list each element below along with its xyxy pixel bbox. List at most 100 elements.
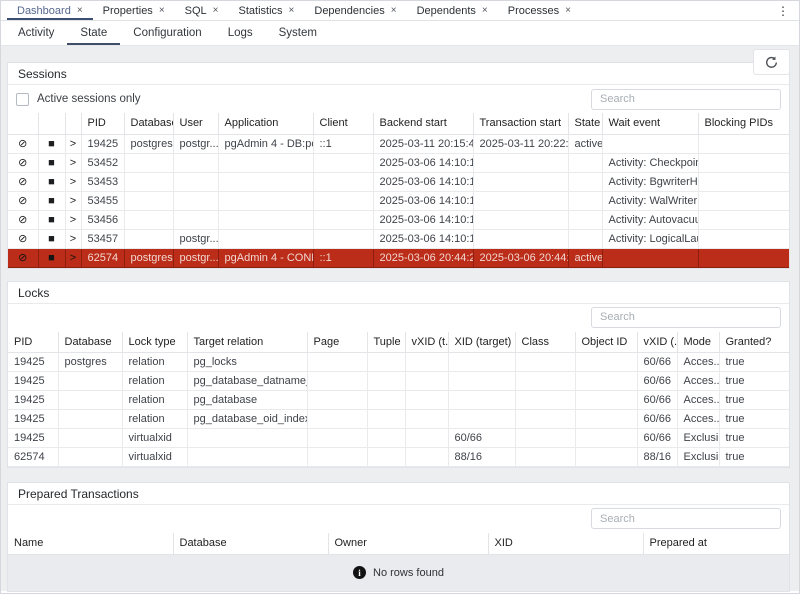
column-header[interactable]: Granted?: [719, 332, 789, 353]
row-action-cell[interactable]: ■: [38, 229, 65, 248]
table-cell[interactable]: [58, 372, 122, 391]
table-cell[interactable]: 53452: [81, 153, 124, 172]
table-cell[interactable]: [698, 191, 789, 210]
expand-row-icon[interactable]: >: [70, 196, 76, 207]
table-cell[interactable]: Exclusi...: [677, 429, 719, 448]
terminate-session-icon[interactable]: ■: [48, 196, 55, 207]
table-cell[interactable]: true: [719, 429, 789, 448]
table-cell[interactable]: [218, 153, 313, 172]
table-cell[interactable]: [405, 429, 448, 448]
table-cell[interactable]: [124, 210, 173, 229]
row-action-cell[interactable]: ⊘: [8, 153, 38, 172]
table-cell[interactable]: 2025-03-06 20:44:25 ...: [473, 248, 568, 267]
table-row[interactable]: ⊘■>19425postgrespostgr...pgAdmin 4 - DB:…: [8, 134, 789, 153]
table-cell[interactable]: [575, 391, 637, 410]
table-cell[interactable]: [448, 372, 515, 391]
table-cell[interactable]: [568, 229, 602, 248]
table-cell[interactable]: [367, 429, 405, 448]
close-tab-icon[interactable]: ×: [482, 6, 488, 16]
table-cell[interactable]: 60/66: [637, 391, 677, 410]
table-cell[interactable]: 62574: [8, 448, 58, 467]
table-cell[interactable]: postgres: [58, 353, 122, 372]
terminate-session-icon[interactable]: ■: [48, 177, 55, 188]
cancel-query-icon[interactable]: ⊘: [18, 177, 27, 188]
table-cell[interactable]: [568, 172, 602, 191]
tab-dashboard[interactable]: Dashboard×: [7, 1, 93, 20]
expand-row-icon[interactable]: >: [70, 234, 76, 245]
table-cell[interactable]: Activity: Autovacuum...: [602, 210, 698, 229]
row-action-cell[interactable]: >: [65, 153, 81, 172]
row-action-cell[interactable]: ■: [38, 153, 65, 172]
column-header[interactable]: Page: [307, 332, 367, 353]
subtab-logs[interactable]: Logs: [215, 21, 266, 45]
column-header[interactable]: XID: [488, 533, 643, 554]
table-cell[interactable]: pgAdmin 4 - DB:post...: [218, 134, 313, 153]
cancel-query-icon[interactable]: ⊘: [18, 196, 27, 207]
table-cell[interactable]: [473, 229, 568, 248]
terminate-session-icon[interactable]: ■: [48, 158, 55, 169]
terminate-session-icon[interactable]: ■: [48, 234, 55, 245]
row-action-cell[interactable]: ⊘: [8, 172, 38, 191]
tab-dependents[interactable]: Dependents×: [407, 1, 498, 20]
row-action-cell[interactable]: ⊘: [8, 191, 38, 210]
table-cell[interactable]: 2025-03-06 14:10:11 ...: [373, 153, 473, 172]
cancel-query-icon[interactable]: ⊘: [18, 253, 27, 264]
table-cell[interactable]: [405, 448, 448, 467]
table-cell[interactable]: 53456: [81, 210, 124, 229]
table-cell[interactable]: [602, 248, 698, 267]
table-cell[interactable]: [473, 191, 568, 210]
table-cell[interactable]: postgres: [124, 248, 173, 267]
table-cell[interactable]: [568, 210, 602, 229]
table-cell[interactable]: [313, 191, 373, 210]
table-cell[interactable]: [307, 372, 367, 391]
row-action-cell[interactable]: >: [65, 210, 81, 229]
table-cell[interactable]: Activity: Checkpointe...: [602, 153, 698, 172]
table-cell[interactable]: [367, 372, 405, 391]
table-cell[interactable]: [218, 229, 313, 248]
table-cell[interactable]: Acces...: [677, 353, 719, 372]
table-cell[interactable]: [575, 448, 637, 467]
table-row[interactable]: ⊘ ■ >53452 2025-03-06 14:10:11 ... Activity:…: [8, 153, 789, 172]
column-header[interactable]: Mode: [677, 332, 719, 353]
table-cell[interactable]: Exclusi...: [677, 448, 719, 467]
table-cell[interactable]: postgr...: [173, 134, 218, 153]
table-cell[interactable]: [515, 410, 575, 429]
column-header[interactable]: Name: [8, 533, 173, 554]
table-cell[interactable]: [307, 391, 367, 410]
table-cell[interactable]: 19425: [8, 429, 58, 448]
table-cell[interactable]: true: [719, 372, 789, 391]
table-cell[interactable]: pgAdmin 4 - CONN:6...: [218, 248, 313, 267]
table-cell[interactable]: [698, 229, 789, 248]
table-cell[interactable]: [575, 372, 637, 391]
row-action-cell[interactable]: ■: [38, 210, 65, 229]
table-cell[interactable]: 2025-03-06 14:10:11 ...: [373, 172, 473, 191]
table-cell[interactable]: 53455: [81, 191, 124, 210]
column-header[interactable]: Application: [218, 113, 313, 134]
table-row[interactable]: 19425relationpg_database60/66Acces...tru…: [8, 391, 789, 410]
column-header[interactable]: Database: [173, 533, 328, 554]
column-header[interactable]: Lock type: [122, 332, 187, 353]
table-cell[interactable]: [313, 210, 373, 229]
table-cell[interactable]: pg_database_datname_ind...: [187, 372, 307, 391]
table-cell[interactable]: postgres: [124, 134, 173, 153]
row-action-cell[interactable]: >: [65, 248, 81, 267]
table-cell[interactable]: 62574: [81, 248, 124, 267]
row-action-cell[interactable]: ⊘: [8, 134, 38, 153]
table-cell[interactable]: [405, 353, 448, 372]
column-header[interactable]: Tuple: [367, 332, 405, 353]
column-header[interactable]: Class: [515, 332, 575, 353]
column-header[interactable]: Transaction start: [473, 113, 568, 134]
table-cell[interactable]: [313, 153, 373, 172]
table-row[interactable]: ⊘■>534562025-03-06 14:10:11 ...Activity:…: [8, 210, 789, 229]
column-header[interactable]: Prepared at: [643, 533, 789, 554]
table-cell[interactable]: [575, 410, 637, 429]
table-cell[interactable]: [473, 210, 568, 229]
column-header[interactable]: Database: [124, 113, 173, 134]
row-action-cell[interactable]: ■: [38, 248, 65, 267]
column-header[interactable]: XID (target): [448, 332, 515, 353]
table-cell[interactable]: [405, 372, 448, 391]
table-cell[interactable]: [313, 172, 373, 191]
table-cell[interactable]: [367, 353, 405, 372]
close-tab-icon[interactable]: ×: [159, 6, 165, 16]
table-row[interactable]: 19425relationpg_database_oid_index60/66A…: [8, 410, 789, 429]
